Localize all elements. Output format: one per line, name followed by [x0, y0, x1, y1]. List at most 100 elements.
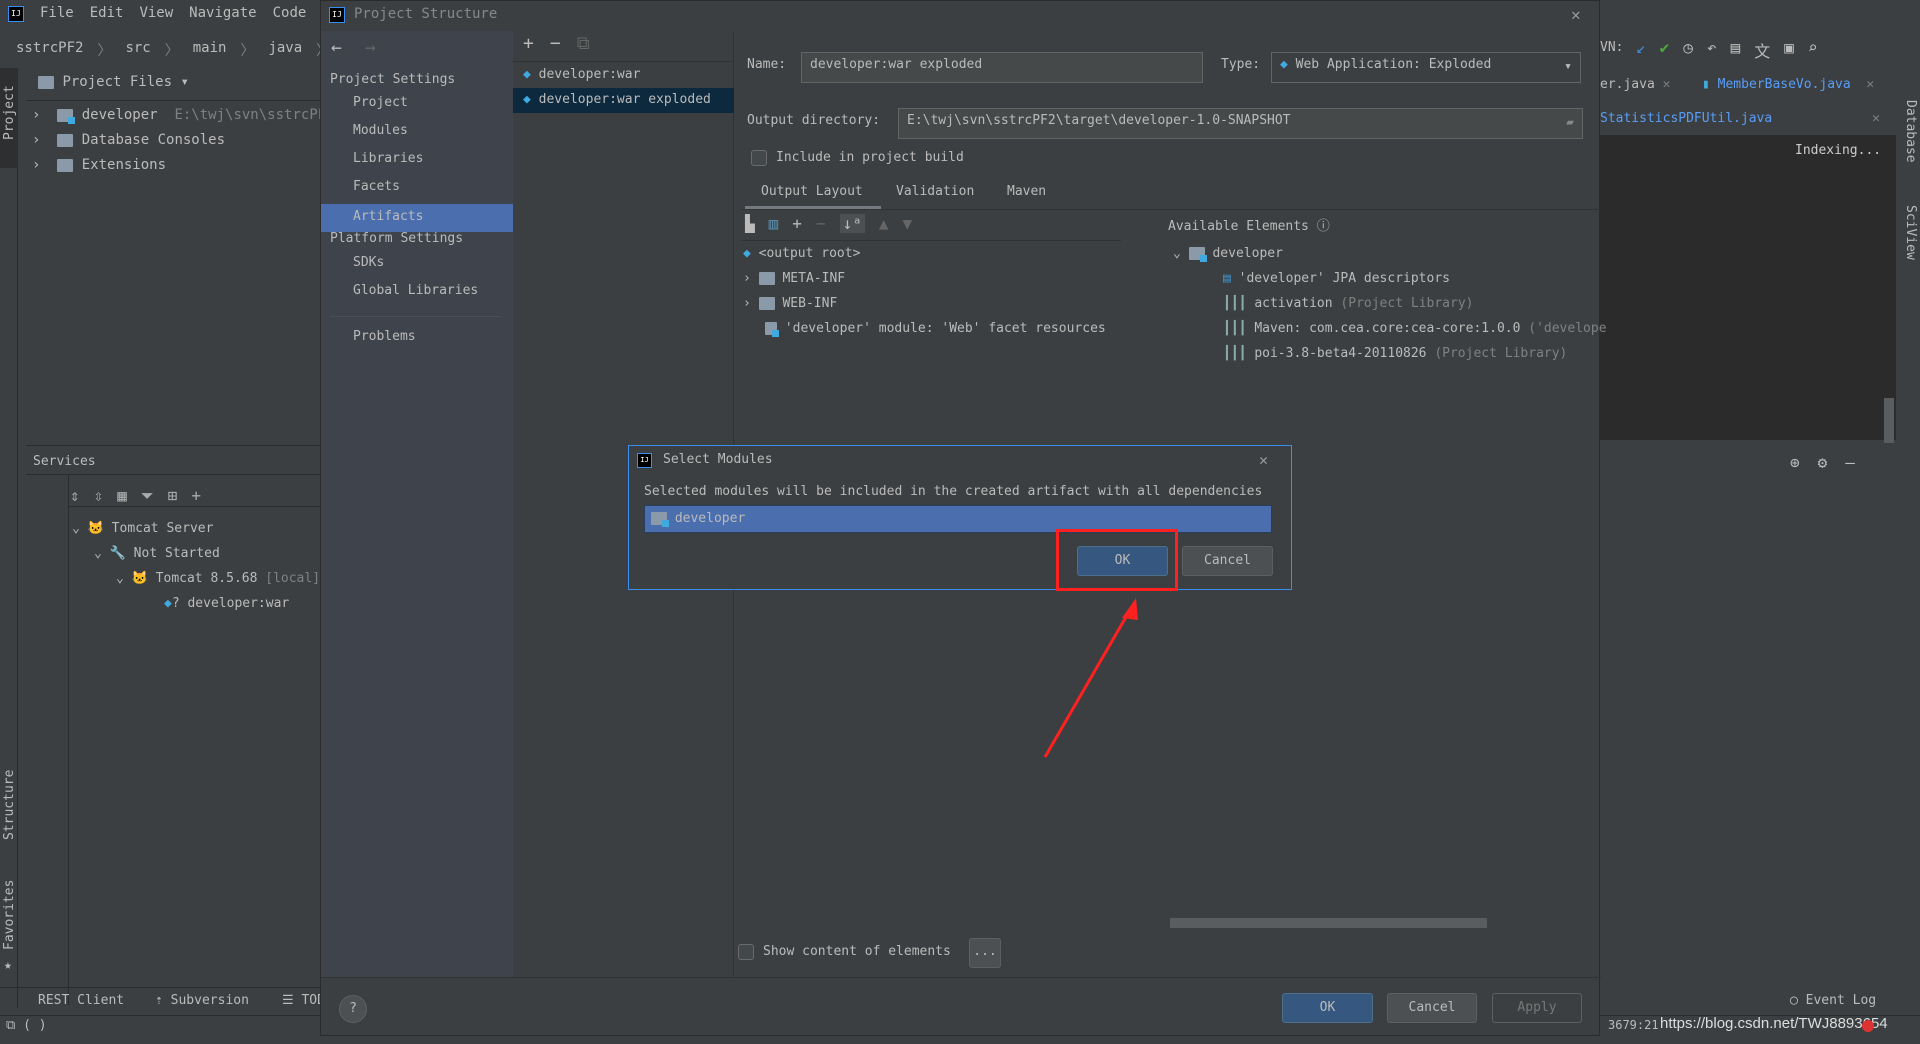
bottom-tab-subversion[interactable]: ⇡ Subversion: [155, 993, 249, 1008]
new-tab-icon[interactable]: ⊞: [168, 486, 178, 506]
minimize-icon[interactable]: —: [1845, 453, 1855, 472]
editor-tab[interactable]: ▮ MemberBaseVo.java ✕: [1702, 77, 1874, 92]
menu-code[interactable]: Code: [273, 5, 307, 21]
locate-icon[interactable]: ⊕: [1790, 453, 1800, 472]
menu-view[interactable]: View: [139, 5, 173, 21]
crumb[interactable]: sstrcPF2: [16, 40, 83, 60]
editor-area[interactable]: [1600, 135, 1896, 440]
layout-icon[interactable]: ⧉ ( ): [6, 1018, 47, 1033]
menu-navigate[interactable]: Navigate: [189, 5, 256, 21]
editor-tab[interactable]: StatisticsPDFUtil.java ✕: [1600, 111, 1880, 126]
service-not-started[interactable]: ⌄ 🔧 Not Started: [94, 546, 220, 561]
service-tomcat-server[interactable]: ⌄ 🐱 Tomcat Server: [72, 521, 213, 536]
horizontal-scrollbar[interactable]: [1170, 918, 1487, 928]
nav-item-libraries[interactable]: Libraries: [353, 151, 423, 166]
available-item[interactable]: ┃┃┃ Maven: com.cea.core:cea-core:1.0.0 (…: [1223, 321, 1607, 336]
expand-all-icon[interactable]: ⇕: [70, 486, 80, 506]
layout-tree-item[interactable]: › WEB-INF: [743, 296, 837, 311]
nav-item-problems[interactable]: Problems: [353, 329, 416, 344]
available-item[interactable]: ┃┃┃ poi-3.8-beta4-20110826 (Project Libr…: [1223, 346, 1567, 361]
type-select[interactable]: ◆ Web Application: Exploded ▾: [1271, 52, 1581, 83]
menu-file[interactable]: File: [40, 5, 74, 21]
show-content-checkbox[interactable]: [738, 944, 754, 960]
ellipsis-button[interactable]: ...: [969, 938, 1001, 968]
layout-tree-item[interactable]: › META-INF: [743, 271, 845, 286]
event-log-button[interactable]: ◯ Event Log: [1790, 993, 1876, 1008]
nav-item-global-libraries[interactable]: Global Libraries: [353, 283, 478, 298]
gear-icon[interactable]: ⚙: [1818, 453, 1828, 472]
terminal-icon[interactable]: ▣: [1784, 38, 1794, 62]
group-icon[interactable]: ▦: [117, 486, 127, 506]
ok-button[interactable]: OK: [1282, 993, 1373, 1023]
new-folder-icon[interactable]: ▙: [745, 214, 755, 233]
nav-item-project[interactable]: Project: [353, 95, 408, 110]
nav-item-modules[interactable]: Modules: [353, 123, 408, 138]
sort-icon[interactable]: ↓ᵃ: [839, 214, 865, 233]
tree-item[interactable]: › developer E:\twj\svn\sstrcPF2: [32, 107, 335, 124]
nav-item-facets[interactable]: Facets: [353, 179, 400, 194]
nav-item-sdks[interactable]: SDKs: [353, 255, 384, 270]
nav-item-artifacts[interactable]: Artifacts: [321, 204, 513, 232]
cursor-position[interactable]: 3679:21: [1608, 1018, 1659, 1032]
name-input[interactable]: developer:war exploded: [801, 52, 1203, 83]
back-icon[interactable]: ←: [331, 37, 342, 58]
layout-tree-item[interactable]: ◆ <output root>: [743, 246, 860, 261]
tab-validation[interactable]: Validation: [896, 184, 974, 199]
vcs-commit-icon[interactable]: ✔: [1660, 38, 1670, 62]
editor-tab[interactable]: er.java ✕: [1600, 77, 1670, 92]
bottom-tab-rest-client[interactable]: REST Client: [38, 993, 124, 1008]
tool-structure-label[interactable]: Structure: [2, 770, 17, 840]
editor-scrollbar[interactable]: [1884, 398, 1894, 443]
close-icon[interactable]: ✕: [1571, 5, 1581, 24]
translate-icon[interactable]: 文: [1754, 38, 1770, 62]
help-icon[interactable]: ⓘ: [1317, 219, 1330, 234]
artifact-item[interactable]: ◆ developer:war: [523, 67, 640, 82]
crumb[interactable]: java: [268, 40, 302, 60]
output-directory-input[interactable]: E:\twj\svn\sstrcPF2\target\developer-1.0…: [898, 108, 1583, 139]
forward-icon[interactable]: →: [365, 37, 376, 58]
tab-maven[interactable]: Maven: [1007, 184, 1046, 199]
archive-icon[interactable]: ▥: [769, 214, 779, 233]
layout-tree-item[interactable]: 'developer' module: 'Web' facet resource…: [765, 321, 1106, 337]
add-icon[interactable]: +: [191, 486, 201, 506]
remove-icon[interactable]: −: [816, 214, 826, 233]
collapse-all-icon[interactable]: ⇳: [94, 486, 104, 506]
cancel-button[interactable]: Cancel: [1387, 993, 1477, 1023]
filter-icon[interactable]: ⏷: [141, 486, 154, 506]
available-item[interactable]: ┃┃┃ activation (Project Library): [1223, 296, 1473, 311]
tool-favorites-label[interactable]: Favorites: [2, 880, 17, 950]
browse-folder-icon[interactable]: ▰: [1566, 115, 1574, 130]
crumb[interactable]: main: [193, 40, 227, 60]
artifact-item-selected[interactable]: ◆ developer:war exploded: [513, 88, 734, 113]
available-item[interactable]: ▤ 'developer' JPA descriptors: [1223, 271, 1450, 286]
history-icon[interactable]: ◷: [1683, 38, 1693, 62]
crumb[interactable]: src: [125, 40, 150, 60]
tree-item[interactable]: › Database Consoles: [32, 132, 225, 148]
add-icon[interactable]: +: [792, 214, 802, 233]
project-view-selector[interactable]: Project Files ▾: [38, 74, 189, 90]
tab-output-layout[interactable]: Output Layout: [761, 184, 863, 199]
close-icon[interactable]: ✕: [1259, 451, 1268, 469]
tool-sciview-label[interactable]: SciView: [1903, 205, 1918, 260]
available-tree-root[interactable]: ⌄ developer: [1173, 246, 1283, 262]
revert-icon[interactable]: ↶: [1707, 38, 1717, 62]
service-tomcat-instance[interactable]: ⌄ 🐱 Tomcat 8.5.68 [local]: [116, 571, 320, 586]
remove-icon[interactable]: −: [550, 33, 561, 54]
vcs-update-icon[interactable]: ↙: [1636, 38, 1646, 62]
move-up-icon[interactable]: ▲: [879, 214, 889, 233]
tool-database-label[interactable]: Database: [1903, 100, 1918, 163]
include-build-checkbox[interactable]: [751, 150, 767, 166]
modal-cancel-button[interactable]: Cancel: [1182, 546, 1273, 576]
copy-icon[interactable]: ⧉: [577, 33, 590, 54]
help-button[interactable]: ?: [339, 995, 367, 1023]
tool-project-label[interactable]: Project: [2, 85, 17, 140]
folder-icon[interactable]: ▤: [1731, 38, 1741, 62]
search-icon[interactable]: ⌕: [1808, 38, 1818, 62]
tree-item[interactable]: › Extensions: [32, 157, 166, 173]
menu-edit[interactable]: Edit: [90, 5, 124, 21]
apply-button[interactable]: Apply: [1492, 993, 1582, 1023]
move-down-icon[interactable]: ▼: [902, 214, 912, 233]
add-icon[interactable]: +: [523, 33, 534, 54]
service-artifact[interactable]: ◆? developer:war: [164, 596, 289, 611]
bottom-panel-actions: ⊕ ⚙ —: [1790, 453, 1855, 472]
